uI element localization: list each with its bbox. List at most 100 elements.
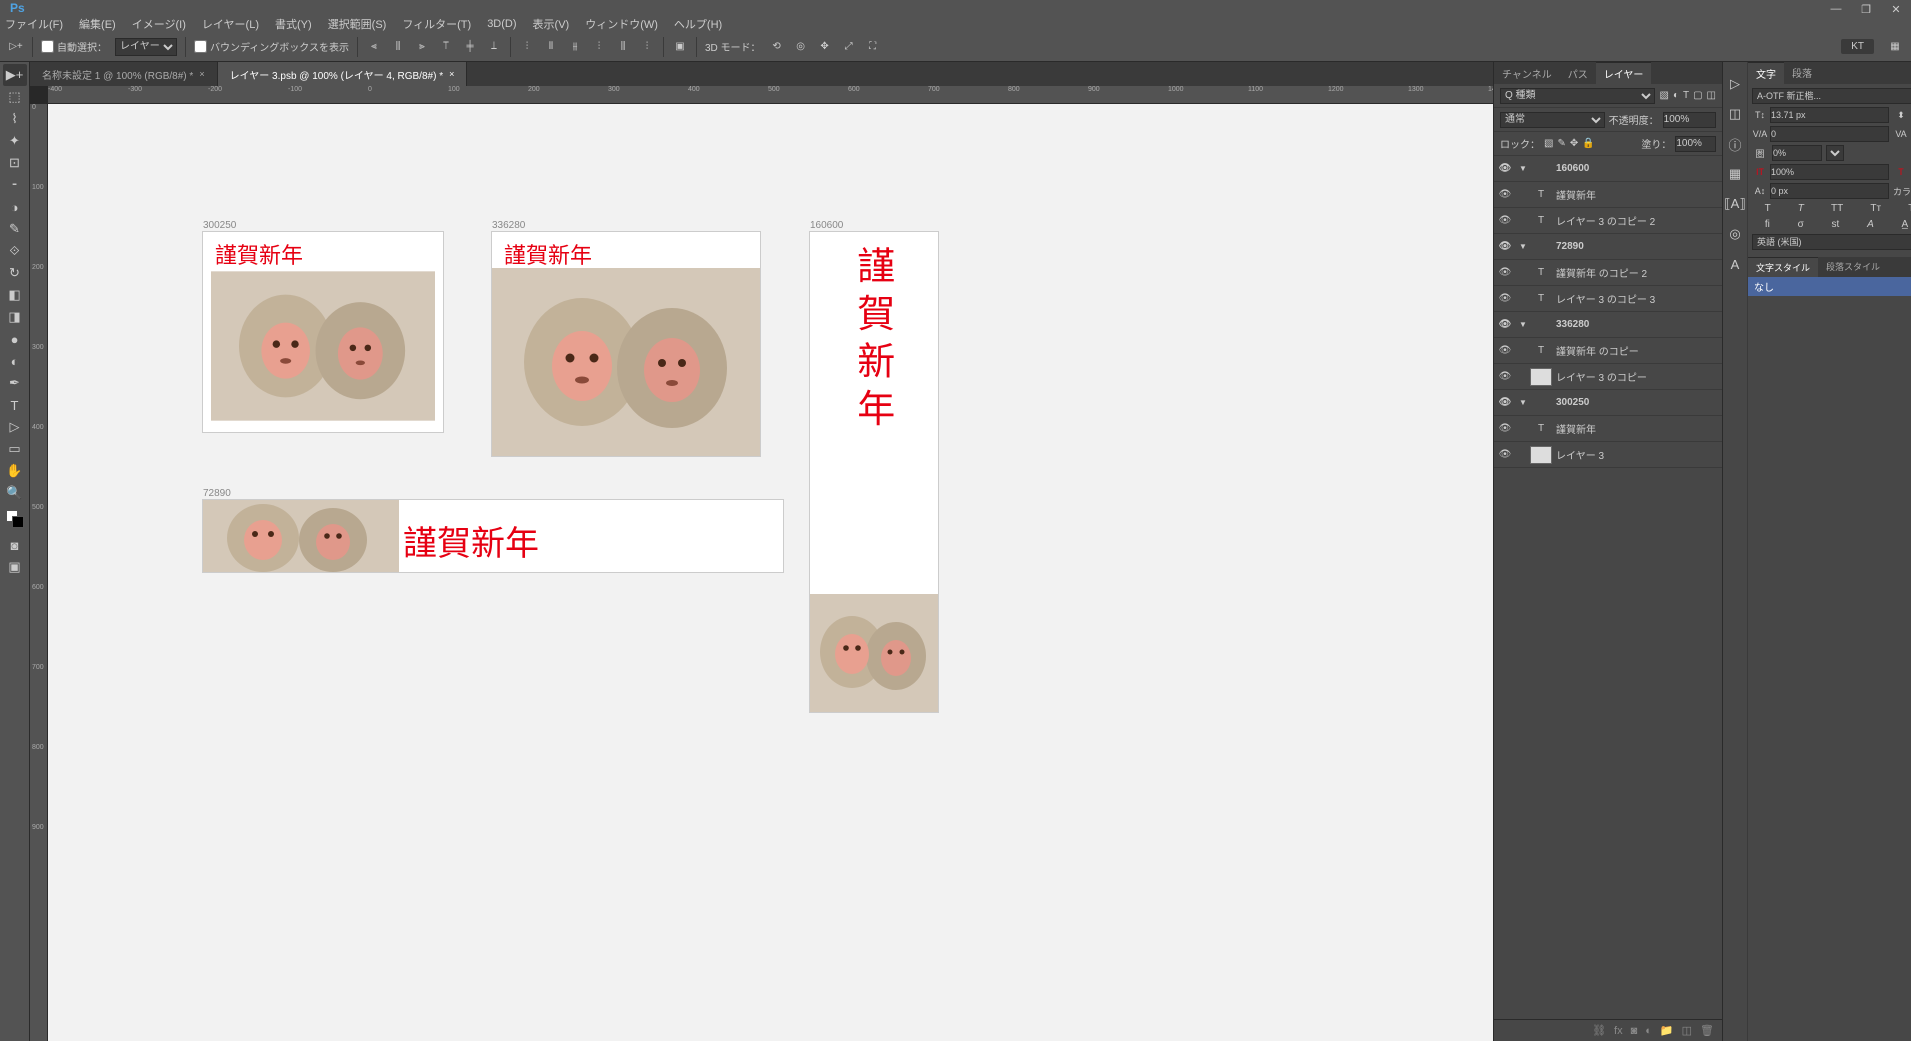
lasso-tool[interactable]: ⌇: [3, 108, 27, 130]
layer-row[interactable]: 👁▼72890: [1494, 234, 1722, 260]
menu-file[interactable]: ファイル(F): [5, 16, 63, 32]
allcaps-button[interactable]: TT: [1829, 202, 1845, 215]
visibility-icon[interactable]: 👁: [1494, 319, 1516, 330]
fi-button[interactable]: fi: [1763, 218, 1772, 231]
close-button[interactable]: ✕: [1881, 0, 1911, 18]
mask-icon[interactable]: ◙: [1631, 1025, 1638, 1037]
3d-rotate-icon[interactable]: ⟲: [769, 39, 785, 55]
3d-roll-icon[interactable]: ◎: [793, 39, 809, 55]
auto-align-icon[interactable]: ▣: [672, 39, 688, 55]
blur-tool[interactable]: ●: [3, 328, 27, 350]
workspace-icon[interactable]: ▦: [1887, 39, 1903, 55]
align-center-icon[interactable]: ⫼: [390, 39, 406, 55]
layer-row[interactable]: 👁▼336280: [1494, 312, 1722, 338]
menu-view[interactable]: 表示(V): [533, 16, 570, 32]
menu-filter[interactable]: フィルター(T): [402, 16, 471, 32]
link-icon[interactable]: ⛓: [1592, 1024, 1606, 1037]
blend-mode[interactable]: 通常: [1500, 112, 1605, 128]
adjustment-icon[interactable]: ◐: [1645, 1025, 1652, 1037]
visibility-icon[interactable]: 👁: [1494, 241, 1516, 252]
color-swatches[interactable]: [6, 510, 24, 528]
layer-row[interactable]: 👁▼300250: [1494, 390, 1722, 416]
layer-row[interactable]: 👁T謹賀新年 のコピー 2: [1494, 260, 1722, 286]
brush-tool[interactable]: ✎: [3, 218, 27, 240]
close-icon[interactable]: ×: [449, 69, 454, 79]
menu-select[interactable]: 選択範囲(S): [328, 16, 387, 32]
st-button[interactable]: st: [1830, 218, 1842, 231]
screen-mode[interactable]: ▣: [3, 556, 27, 578]
filter-shape-icon[interactable]: ▢: [1693, 90, 1702, 101]
visibility-icon[interactable]: 👁: [1494, 215, 1516, 226]
filter-text-icon[interactable]: T: [1683, 90, 1689, 101]
italic-button[interactable]: T: [1796, 202, 1806, 215]
expand-icon[interactable]: ▼: [1516, 164, 1530, 173]
tracking[interactable]: [1770, 126, 1889, 142]
heal-tool[interactable]: ◑: [3, 196, 27, 218]
path-tool[interactable]: ▷: [3, 416, 27, 438]
visibility-icon[interactable]: 👁: [1494, 423, 1516, 434]
artboard-72890[interactable]: 謹賀新年: [203, 500, 783, 572]
superscript-button[interactable]: Tⁱ: [1906, 202, 1911, 215]
tab-channels[interactable]: チャンネル: [1494, 63, 1560, 84]
layer-row[interactable]: 👁▼160600: [1494, 156, 1722, 182]
tab-paragraph[interactable]: 段落: [1784, 62, 1820, 84]
zoom-tool[interactable]: 🔍: [3, 482, 27, 504]
layer-row[interactable]: 👁レイヤー 3 のコピー: [1494, 364, 1722, 390]
filter-smart-icon[interactable]: ◫: [1707, 90, 1716, 101]
distribute3-icon[interactable]: ⫵: [567, 39, 583, 55]
baseline-shift[interactable]: [1770, 183, 1889, 199]
menu-image[interactable]: イメージ(I): [132, 16, 186, 32]
layer-row[interactable]: 👁Tレイヤー 3 のコピー 2: [1494, 208, 1722, 234]
bold-button[interactable]: T: [1763, 202, 1773, 215]
user-badge[interactable]: KT: [1841, 39, 1874, 54]
menu-help[interactable]: ヘルプ(H): [674, 16, 722, 32]
tab-paths[interactable]: パス: [1560, 63, 1596, 84]
distribute5-icon[interactable]: ⫼: [615, 39, 631, 55]
layer-filter[interactable]: Q 種類: [1500, 88, 1655, 104]
tab-para-styles[interactable]: 段落スタイル: [1818, 257, 1888, 277]
info-icon[interactable]: ⓘ: [1723, 132, 1747, 156]
align-right-icon[interactable]: ⫸: [414, 39, 430, 55]
play-icon[interactable]: ▷: [1723, 72, 1747, 96]
auto-select-target[interactable]: レイヤー: [115, 38, 177, 56]
swatches-icon[interactable]: ▦: [1723, 162, 1747, 186]
expand-icon[interactable]: ▼: [1516, 320, 1530, 329]
lock-paint-icon[interactable]: ✎: [1557, 138, 1565, 149]
align-vcenter-icon[interactable]: ╪: [462, 39, 478, 55]
align-left-icon[interactable]: ⫷: [366, 39, 382, 55]
opacity-input[interactable]: [1663, 112, 1716, 128]
cc-icon[interactable]: ◎: [1723, 222, 1747, 246]
artboard-300250[interactable]: 謹賀新年: [203, 232, 443, 432]
style-item[interactable]: なし: [1748, 277, 1911, 296]
layer-row[interactable]: 👁レイヤー 3: [1494, 442, 1722, 468]
quick-mask[interactable]: ◙: [3, 534, 27, 556]
eraser-tool[interactable]: ◧: [3, 284, 27, 306]
doc-tab-2[interactable]: レイヤー 3.psb @ 100% (レイヤー 4, RGB/8#) *×: [218, 62, 468, 86]
maximize-button[interactable]: ❐: [1851, 0, 1881, 18]
menu-type[interactable]: 書式(Y): [275, 16, 312, 32]
smallcaps-button[interactable]: Tᴛ: [1868, 202, 1883, 215]
eyedropper-tool[interactable]: ⁃: [3, 174, 27, 196]
wand-tool[interactable]: ✦: [3, 130, 27, 152]
artboard-336280[interactable]: 謹賀新年: [492, 232, 760, 456]
lock-pos-icon[interactable]: ✥: [1570, 138, 1578, 149]
trash-icon[interactable]: 🗑: [1700, 1024, 1714, 1037]
tab-char-styles[interactable]: 文字スタイル: [1748, 257, 1818, 277]
distribute-icon[interactable]: ⫶: [519, 39, 535, 55]
visibility-icon[interactable]: 👁: [1494, 189, 1516, 200]
fx-icon[interactable]: fx: [1614, 1025, 1623, 1037]
filter-pixel-icon[interactable]: ▧: [1659, 90, 1668, 101]
auto-select-toggle[interactable]: 自動選択：: [41, 39, 107, 54]
sigma-button[interactable]: σ: [1796, 218, 1806, 231]
menu-window[interactable]: ウィンドウ(W): [585, 16, 658, 32]
swash-button[interactable]: A: [1865, 218, 1876, 231]
layer-row[interactable]: 👁T謹賀新年: [1494, 182, 1722, 208]
align-bottom-icon[interactable]: ⟘: [486, 39, 502, 55]
menu-edit[interactable]: 編集(E): [79, 16, 116, 32]
titling-button[interactable]: A̲: [1900, 218, 1911, 231]
filter-adjust-icon[interactable]: ◐: [1673, 90, 1679, 101]
crop-tool[interactable]: ⊡: [3, 152, 27, 174]
expand-icon[interactable]: ▼: [1516, 242, 1530, 251]
visibility-icon[interactable]: 👁: [1494, 371, 1516, 382]
visibility-icon[interactable]: 👁: [1494, 449, 1516, 460]
